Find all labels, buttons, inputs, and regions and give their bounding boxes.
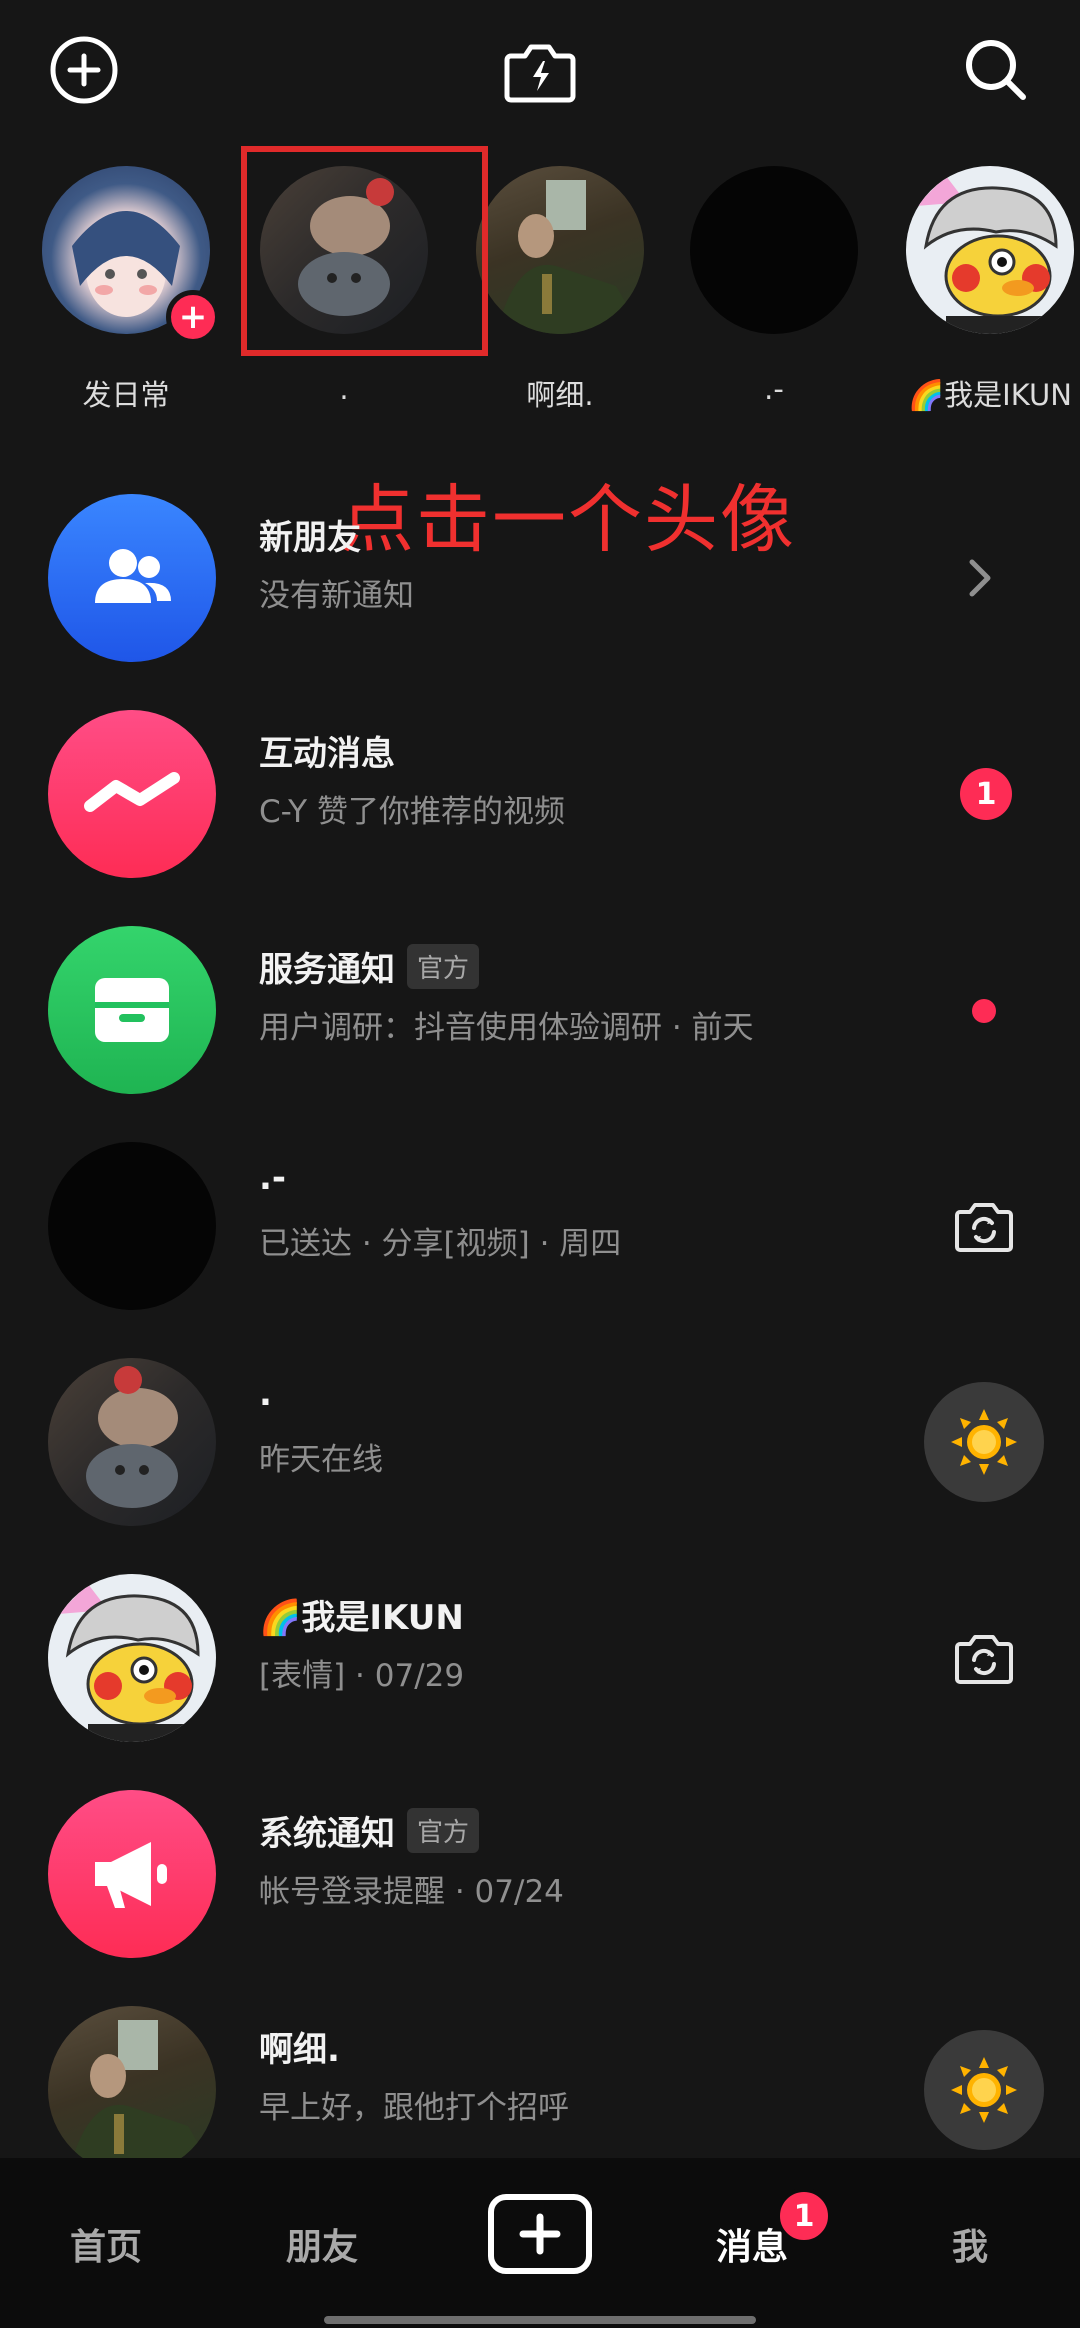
avatar [48,1358,216,1526]
create-button[interactable] [488,2194,592,2274]
nav-messages-badge: 1 [776,2188,832,2244]
inbox-icon [48,926,216,1094]
avatar[interactable] [906,166,1074,334]
story-dot-dash[interactable]: .- [674,160,874,420]
row-title: 互动消息 [259,734,395,774]
row-subtitle: 已送达 · 分享[视频] · 周四 [259,1226,622,1262]
sun-greeting-button[interactable] [924,2030,1044,2150]
row-title: . [259,1374,272,1414]
avatar[interactable] [476,166,644,334]
row-subtitle: 用户调研：抖音使用体验调研 · 前天 [259,1010,754,1046]
official-tag: 官方 [407,944,480,989]
list-item-chat[interactable]: .- 已送达 · 分享[视频] · 周四 [0,1118,1080,1334]
story-ikun[interactable]: 🌈我是IKUN [890,160,1080,420]
row-title: .- [259,1158,287,1198]
stories-row: + 发日常 . 啊细. .- 🌈我是IKUN [0,160,1080,430]
add-story-badge[interactable]: + [166,290,220,344]
home-indicator [324,2316,756,2324]
avatar [48,1142,216,1310]
zigzag-icon [48,710,216,878]
avatar [48,1574,216,1742]
row-subtitle: 没有新通知 [259,578,414,614]
list-item-chat[interactable]: 🌈我是IKUN [表情] · 07/29 [0,1550,1080,1766]
list-item-service-notice[interactable]: 服务通知 官方 用户调研：抖音使用体验调研 · 前天 [0,902,1080,1118]
top-bar [0,0,1080,150]
story-name: 🌈我是IKUN [908,378,1072,412]
row-subtitle: C-Y 赞了你推荐的视频 [259,794,565,830]
plus-icon [519,2213,561,2255]
row-subtitle: 帐号登录提醒 · 07/24 [259,1874,564,1910]
row-title: 系统通知 官方 [259,1806,480,1855]
bottom-nav: 首页 朋友 消息 1 我 [0,2158,1080,2328]
story-name: 啊细. [526,378,594,412]
sun-icon [951,2057,1017,2123]
camera-icon[interactable] [952,1626,1016,1690]
row-title: 啊细. [259,2030,340,2070]
search-icon[interactable] [956,30,1036,110]
people-icon [48,494,216,662]
list-item-system-notice[interactable]: 系统通知 官方 帐号登录提醒 · 07/24 [0,1766,1080,1982]
sun-greeting-button[interactable] [924,1382,1044,1502]
story-name: .- [764,372,784,406]
nav-home[interactable]: 首页 [70,2218,142,2270]
row-subtitle: 昨天在线 [259,1442,383,1478]
unread-dot [972,999,996,1023]
add-icon[interactable] [44,30,124,110]
avatar [48,2006,216,2174]
row-subtitle: 早上好，跟他打个招呼 [259,2090,569,2126]
chevron-right-icon [960,554,1000,602]
unread-badge: 1 [960,768,1012,820]
nav-me[interactable]: 我 [952,2218,988,2270]
story-post-daily[interactable]: + 发日常 [26,160,226,420]
row-title: 新朋友 [259,518,361,558]
row-subtitle: [表情] · 07/29 [259,1658,465,1694]
sun-icon [951,1409,1017,1475]
flash-camera-icon[interactable] [500,30,580,110]
camera-icon[interactable] [952,1194,1016,1258]
avatar[interactable] [690,166,858,334]
list-item-new-friends[interactable]: 新朋友 没有新通知 [0,470,1080,686]
list-item-chat[interactable]: . 昨天在线 [0,1334,1080,1550]
story-name: 发日常 [82,378,170,412]
official-tag: 官方 [407,1808,480,1853]
megaphone-icon [48,1790,216,1958]
list-item-interactions[interactable]: 互动消息 C-Y 赞了你推荐的视频 1 [0,686,1080,902]
story-name: . [339,372,349,406]
story-axi[interactable]: 啊细. [460,160,660,420]
nav-friends[interactable]: 朋友 [286,2218,358,2270]
row-title: 服务通知 官方 [259,942,480,991]
row-title: 🌈我是IKUN [259,1598,464,1638]
highlight-box [241,146,488,356]
